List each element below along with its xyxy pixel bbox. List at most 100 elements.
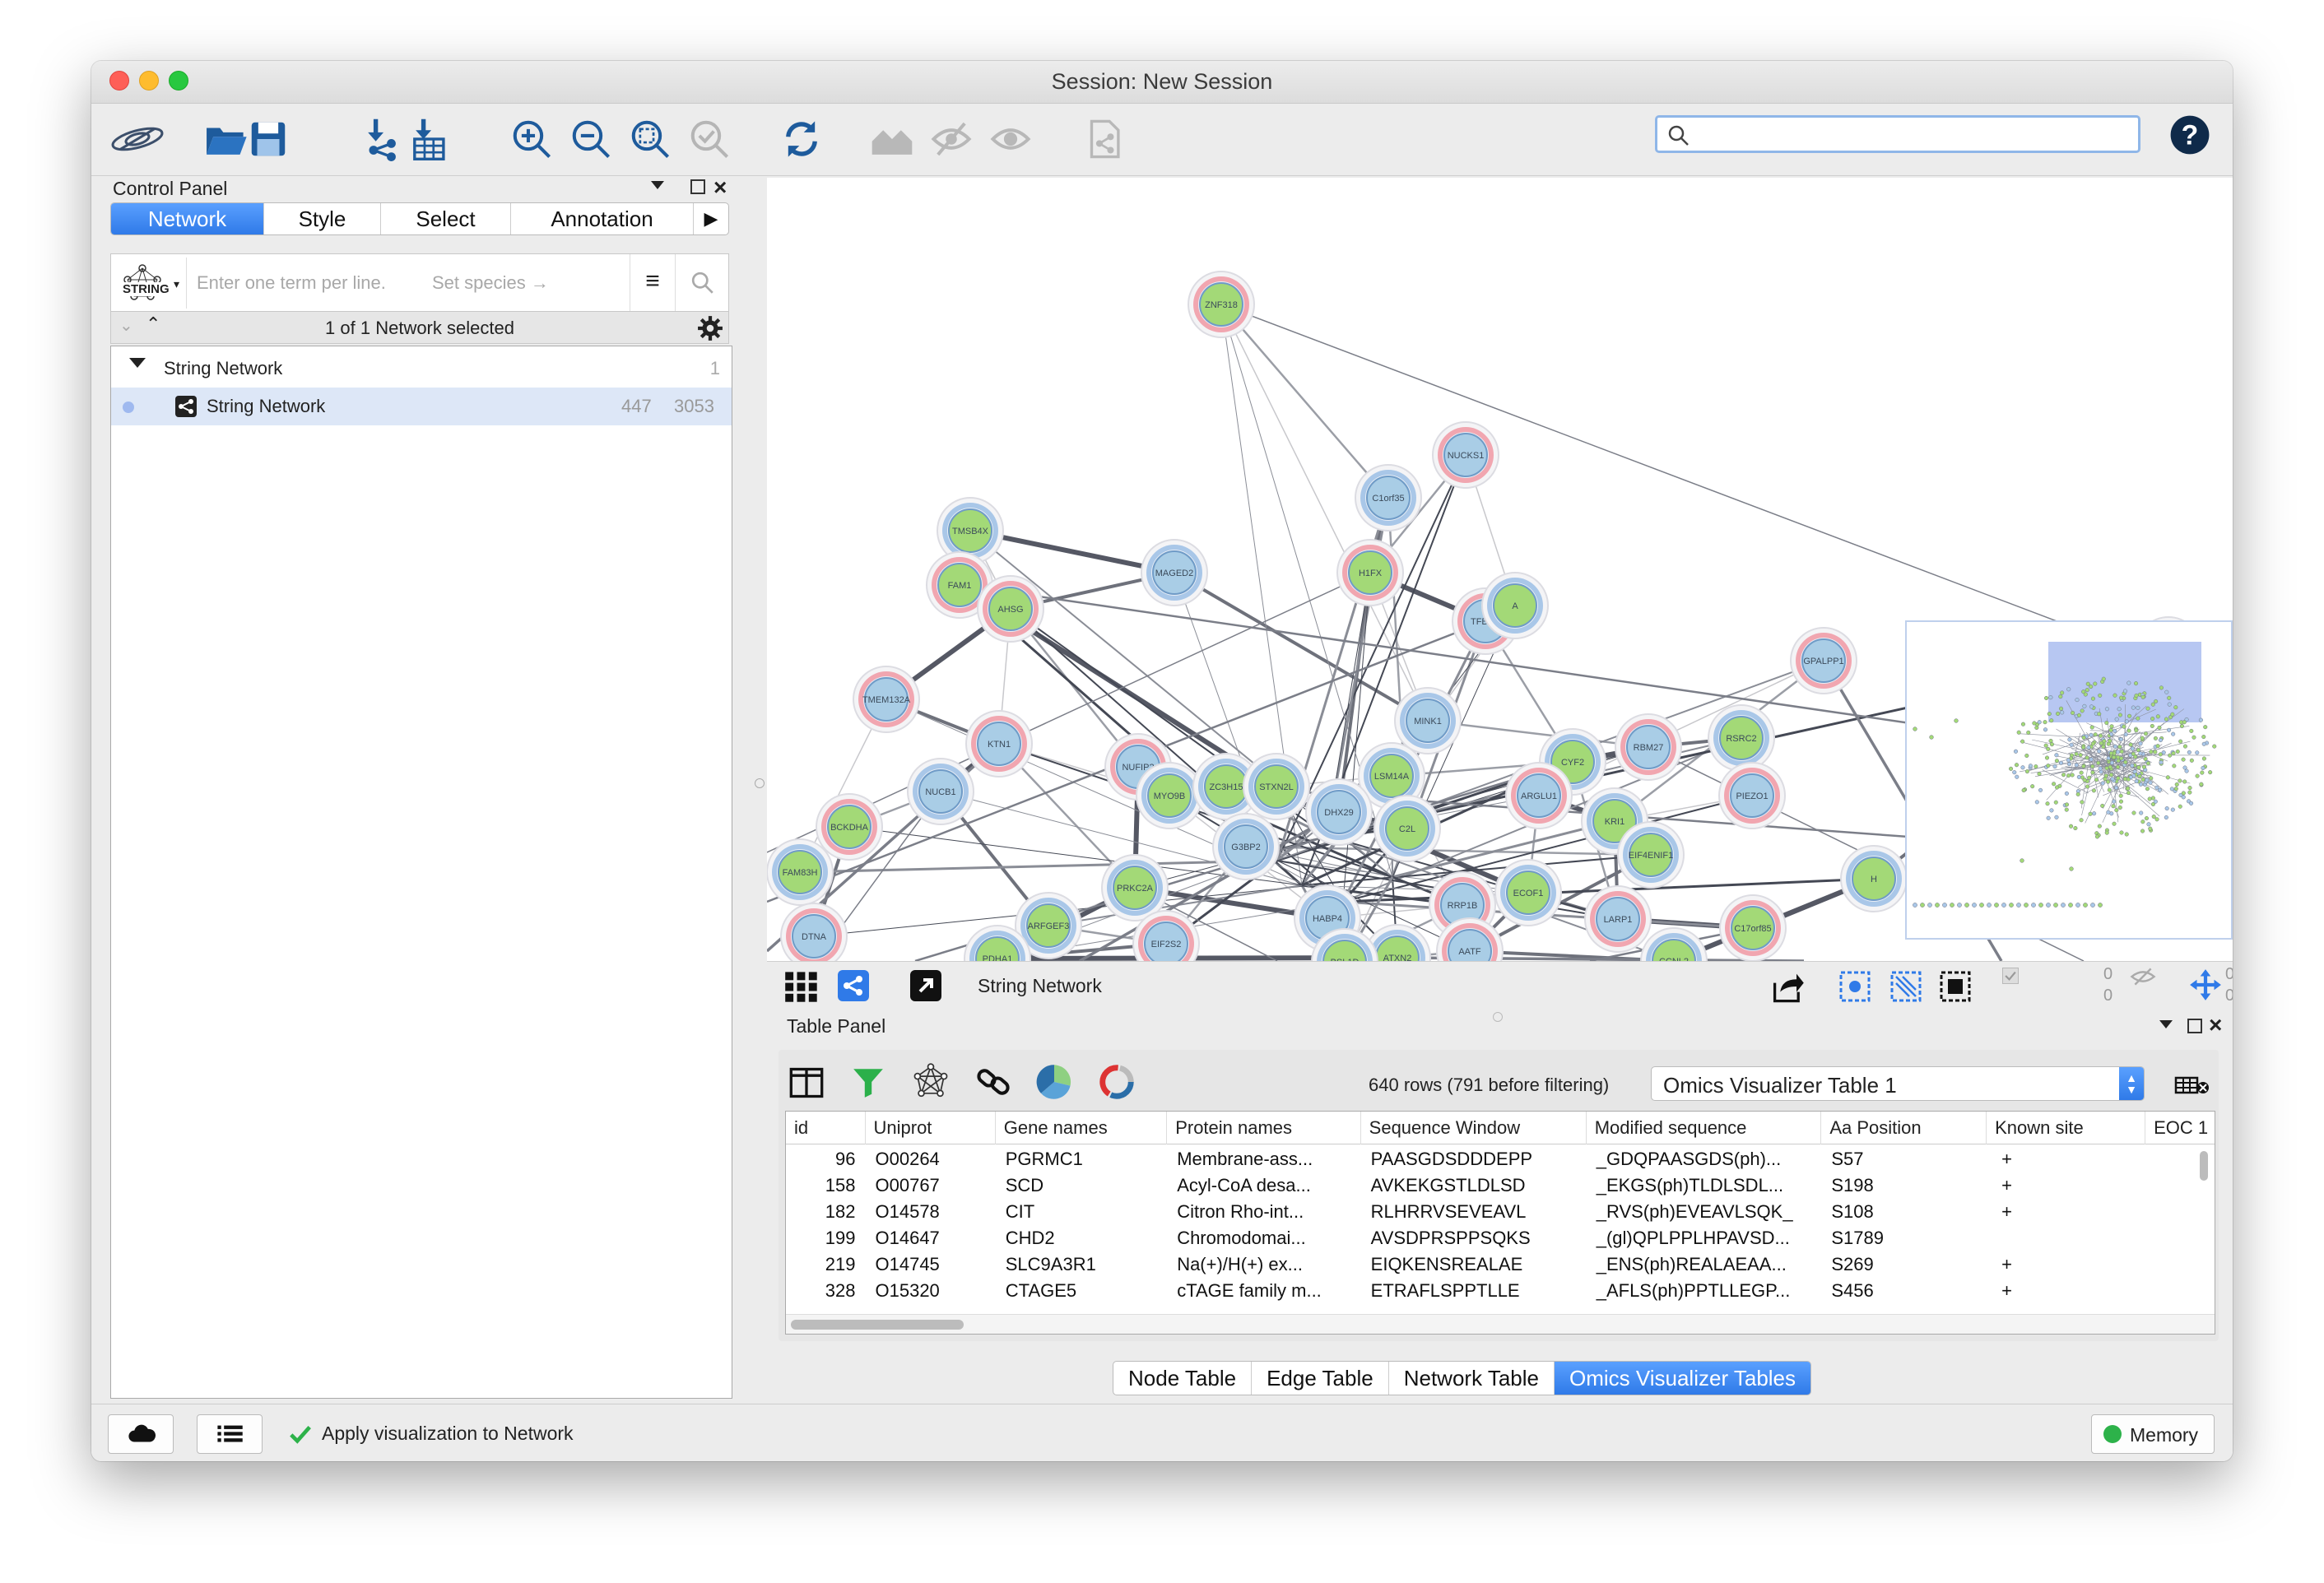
network-node[interactable]: PIEZO1: [1718, 762, 1786, 829]
table-row[interactable]: 96 O00264 PGRMC1 Membrane-ass... PAASGDSDDDE…: [786, 1146, 2193, 1172]
network-node[interactable]: EIF4ENIF1: [1617, 821, 1685, 889]
query-options-icon[interactable]: ≡: [630, 254, 676, 312]
column-header[interactable]: EOC 1: [2145, 1112, 2215, 1144]
network-node[interactable]: GPALPP1: [1790, 627, 1857, 694]
network-node[interactable]: MINK1: [1394, 687, 1462, 754]
network-node[interactable]: LARP1: [1584, 885, 1652, 953]
export-icon[interactable]: [1769, 968, 1806, 1005]
refresh-icon[interactable]: [778, 115, 825, 163]
tab-annotation[interactable]: Annotation: [511, 203, 694, 234]
network-edge[interactable]: [1220, 304, 1389, 499]
network-node[interactable]: ZNF318: [1188, 271, 1255, 338]
tab-omics-visualizer-tables[interactable]: Omics Visualizer Tables: [1554, 1362, 1811, 1395]
tab-network-table[interactable]: Network Table: [1389, 1362, 1555, 1395]
move-navigator-icon[interactable]: [2188, 968, 2223, 1002]
network-node[interactable]: H1FX: [1336, 539, 1404, 606]
horizontal-scrollbar[interactable]: [791, 1320, 964, 1330]
viewport-rectangle[interactable]: [2048, 642, 2201, 722]
network-node[interactable]: ARGLU1: [1505, 762, 1573, 829]
tab-style[interactable]: Style: [264, 203, 381, 234]
vertical-scrollbar[interactable]: [2200, 1151, 2208, 1181]
network-node[interactable]: NUCKS1: [1432, 421, 1499, 489]
query-search-icon[interactable]: [690, 271, 715, 295]
network-node[interactable]: A: [1481, 572, 1549, 639]
zoom-selected-icon[interactable]: [686, 115, 733, 163]
save-icon[interactable]: [244, 115, 292, 163]
select-edges-icon[interactable]: [1889, 970, 1922, 1003]
show-icon[interactable]: [987, 115, 1034, 163]
query-input[interactable]: Enter one term per line.: [197, 272, 386, 294]
network-node[interactable]: MYO9B: [1136, 762, 1203, 829]
tab-node-table[interactable]: Node Table: [1113, 1362, 1253, 1395]
string-database-selector[interactable]: STRING ▾: [114, 258, 187, 309]
table-settings-icon[interactable]: [2174, 1073, 2210, 1098]
share-network-icon[interactable]: [838, 970, 869, 1001]
network-row-selected[interactable]: String Network 447 3053: [111, 388, 732, 425]
cloud-button[interactable]: [108, 1414, 174, 1454]
tab-network[interactable]: Network: [111, 203, 264, 234]
filter-icon[interactable]: [851, 1065, 885, 1099]
tab-select[interactable]: Select: [381, 203, 511, 234]
table-row[interactable]: 182 O14578 CIT Citron Rho-int... RLHRRVSEVEA…: [786, 1199, 2193, 1225]
hide-icon[interactable]: [927, 115, 975, 163]
new-network-icon[interactable]: [1079, 115, 1127, 163]
network-node[interactable]: CCNL2: [1640, 927, 1708, 961]
network-node[interactable]: DTNA: [780, 903, 848, 961]
table-row[interactable]: 158 O00767 SCD Acyl-CoA desa... AVKEKGSTLDLS…: [786, 1172, 2193, 1199]
close-panel-icon[interactable]: ×: [713, 174, 727, 201]
column-header[interactable]: Gene names: [996, 1112, 1168, 1144]
species-selector[interactable]: Set species →: [432, 272, 549, 294]
table-close-panel-icon[interactable]: ×: [2209, 1012, 2222, 1038]
select-annotations-icon[interactable]: [1939, 970, 1972, 1003]
network-node[interactable]: AHSG: [977, 575, 1044, 643]
network-node[interactable]: RSRC2: [1708, 704, 1775, 772]
column-header[interactable]: id: [786, 1112, 866, 1144]
column-header[interactable]: Uniprot: [866, 1112, 996, 1144]
expand-triangle-icon[interactable]: [129, 358, 146, 368]
search-input[interactable]: [1655, 115, 2140, 153]
network-node[interactable]: STXN2L: [1243, 753, 1310, 820]
chain-link-icon[interactable]: [974, 1063, 1012, 1101]
zoom-out-icon[interactable]: [567, 115, 615, 163]
donut-chart-icon[interactable]: [1098, 1063, 1136, 1101]
table-panel-resize-handle[interactable]: [1493, 1012, 1503, 1022]
network-node[interactable]: NUCB1: [907, 758, 974, 825]
zoom-in-icon[interactable]: [508, 115, 555, 163]
network-node[interactable]: MAGED2: [1141, 539, 1208, 606]
network-node[interactable]: C2L: [1373, 795, 1441, 862]
network-node[interactable]: BCKDHA: [816, 793, 883, 861]
network-link-icon[interactable]: [912, 1063, 950, 1101]
column-header[interactable]: Modified sequence: [1587, 1112, 1822, 1144]
omics-data-table[interactable]: id Uniprot Gene names Protein names Sequence…: [785, 1111, 2215, 1335]
network-overview-navigator[interactable]: [1905, 620, 2233, 940]
zoom-fit-icon[interactable]: [626, 115, 674, 163]
import-network-icon[interactable]: [356, 115, 404, 163]
column-header[interactable]: Known site: [1987, 1112, 2146, 1144]
checkbox-icon[interactable]: [2001, 967, 2020, 985]
network-node[interactable]: PRKC2A: [1101, 854, 1169, 921]
network-collection-row[interactable]: String Network 1: [111, 350, 732, 388]
float-panel-icon[interactable]: [690, 179, 705, 194]
column-header[interactable]: Sequence Window: [1361, 1112, 1587, 1144]
grid-view-icon[interactable]: [783, 968, 820, 1005]
network-node[interactable]: ECOF1: [1494, 859, 1562, 926]
select-nodes-icon[interactable]: [1838, 970, 1871, 1003]
gear-icon[interactable]: [697, 315, 723, 341]
network-node[interactable]: KTN1: [965, 710, 1033, 778]
table-float-panel-icon[interactable]: [2187, 1019, 2202, 1033]
network-node[interactable]: H: [1840, 845, 1908, 912]
column-header[interactable]: Protein names: [1167, 1112, 1361, 1144]
tab-edge-table[interactable]: Edge Table: [1252, 1362, 1389, 1395]
network-node[interactable]: G3BP2: [1212, 813, 1280, 880]
import-table-icon[interactable]: [404, 115, 452, 163]
table-row[interactable]: 219 O14745 SLC9A3R1 Na(+)/H(+) ex... EIQKENS…: [786, 1251, 2193, 1278]
network-node[interactable]: DHX29: [1305, 778, 1373, 846]
network-node[interactable]: TMEM132A: [853, 666, 920, 733]
table-row[interactable]: 199 O14647 CHD2 Chromodomai... AVSDPRSPPSQKS…: [786, 1225, 2193, 1251]
table-selector-dropdown[interactable]: Omics Visualizer Table 1 ▲ ▼: [1651, 1066, 2145, 1101]
column-header[interactable]: Aa Position: [1821, 1112, 1987, 1144]
split-pane-handle[interactable]: [755, 778, 765, 788]
detach-view-icon[interactable]: [910, 970, 941, 1001]
panel-options-icon[interactable]: [651, 181, 664, 189]
network-node[interactable]: RBM27: [1615, 713, 1682, 781]
